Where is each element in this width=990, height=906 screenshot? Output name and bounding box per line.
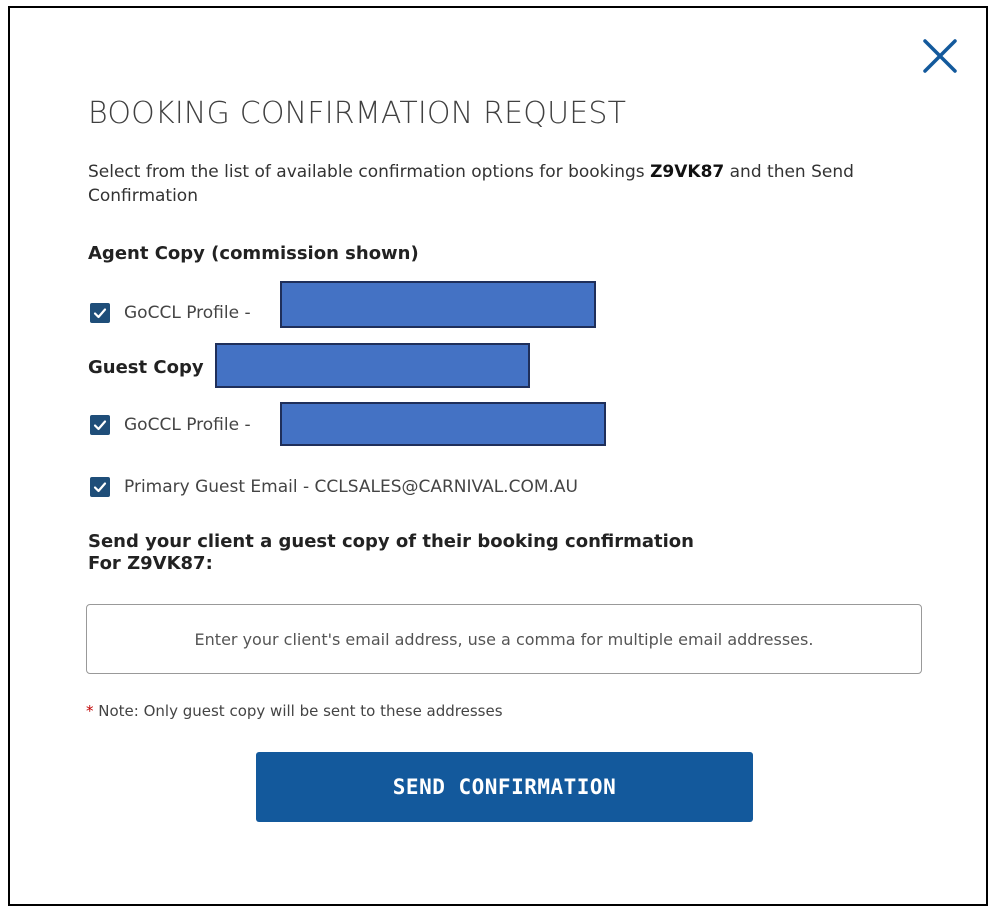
agent-copy-heading: Agent Copy (commission shown) xyxy=(88,243,419,264)
send-guest-copy-line2: For Z9VK87: xyxy=(88,553,213,574)
send-guest-copy-line1: Send your client a guest copy of their b… xyxy=(88,531,694,552)
guest-copy-heading: Guest Copy xyxy=(88,357,204,378)
guest-goccl-profile-label: GoCCL Profile - xyxy=(124,415,251,435)
send-confirmation-button[interactable]: SEND CONFIRMATION xyxy=(256,752,753,822)
checkmark-icon xyxy=(93,308,107,319)
note-asterisk: * xyxy=(86,702,94,720)
note-text: Note: Only guest copy will be sent to th… xyxy=(98,702,503,720)
redacted-guest-copy xyxy=(215,343,530,388)
checkmark-icon xyxy=(93,482,107,493)
primary-guest-email-label: Primary Guest Email - CCLSALES@CARNIVAL.… xyxy=(124,477,578,497)
agent-goccl-profile-option[interactable]: GoCCL Profile - xyxy=(90,300,251,326)
agent-goccl-profile-checkbox[interactable] xyxy=(90,303,110,323)
guest-goccl-profile-option[interactable]: GoCCL Profile - xyxy=(90,412,251,438)
primary-guest-email-checkbox[interactable] xyxy=(90,477,110,497)
primary-guest-email-option[interactable]: Primary Guest Email - CCLSALES@CARNIVAL.… xyxy=(90,474,578,500)
dialog-intro: Select from the list of available confir… xyxy=(88,160,928,208)
checkmark-icon xyxy=(93,420,107,431)
client-email-input[interactable] xyxy=(86,604,922,674)
redacted-guest-profile xyxy=(280,402,606,446)
intro-prefix: Select from the list of available confir… xyxy=(88,162,645,182)
agent-goccl-profile-label: GoCCL Profile - xyxy=(124,303,251,323)
send-guest-copy-heading: Send your client a guest copy of their b… xyxy=(88,531,694,575)
close-button[interactable] xyxy=(918,34,962,78)
close-icon xyxy=(923,39,957,73)
dialog-title: BOOKING CONFIRMATION REQUEST xyxy=(88,96,627,131)
guest-goccl-profile-checkbox[interactable] xyxy=(90,415,110,435)
booking-code: Z9VK87 xyxy=(650,162,725,182)
redacted-agent-profile xyxy=(280,281,596,328)
guest-copy-note: * Note: Only guest copy will be sent to … xyxy=(86,702,503,720)
